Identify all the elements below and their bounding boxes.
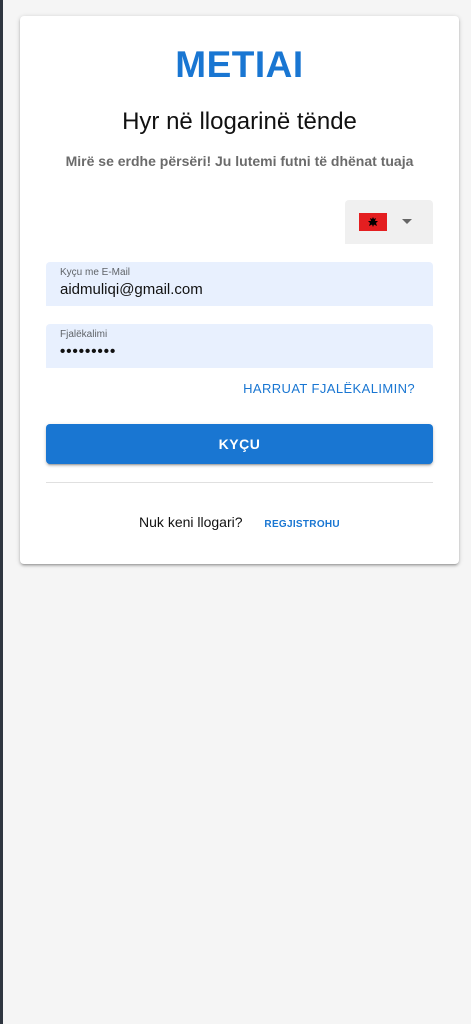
app-logo: METIAI <box>175 44 304 85</box>
register-link[interactable]: REGJISTROHU <box>264 519 340 530</box>
password-label: Fjalëkalimi <box>60 329 108 340</box>
page-subtitle: Mirë se erdhe përsëri! Ju lutemi futni t… <box>65 153 414 169</box>
page-title: Hyr në llogarinë tënde <box>122 108 357 135</box>
login-card: METIAI Hyr në llogarinë tënde Mirë se er… <box>20 16 459 564</box>
no-account-text: Nuk keni llogari? <box>139 514 243 530</box>
window-left-edge <box>0 0 3 1024</box>
email-field[interactable]: Kyçu me E-Mail aidmuliqi@gmail.com <box>46 262 433 306</box>
forgot-password-link[interactable]: HARRUAT FJALËKALIMIN? <box>243 381 415 396</box>
language-select[interactable] <box>345 200 433 244</box>
password-value[interactable]: ••••••••• <box>60 343 116 360</box>
signup-row: Nuk keni llogari? REGJISTROHU <box>20 514 459 530</box>
email-label: Kyçu me E-Mail <box>60 267 131 278</box>
email-value[interactable]: aidmuliqi@gmail.com <box>60 281 203 298</box>
password-field[interactable]: Fjalëkalimi ••••••••• <box>46 324 433 368</box>
caret-down-icon <box>402 219 412 224</box>
albania-flag-icon <box>359 213 387 231</box>
divider <box>46 482 433 483</box>
login-button[interactable]: KYÇU <box>46 424 433 464</box>
